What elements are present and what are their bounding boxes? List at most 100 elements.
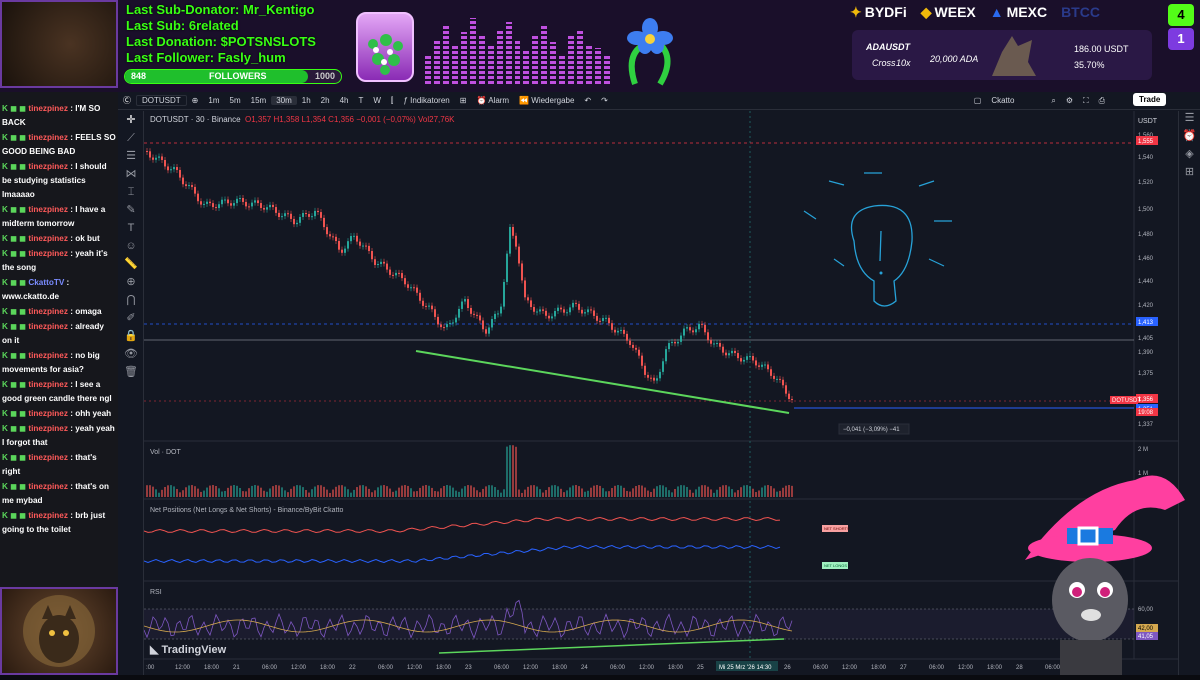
interval-30m[interactable]: 30m xyxy=(271,96,297,105)
candle xyxy=(215,207,217,209)
volume-bar xyxy=(698,486,700,497)
interval-4h[interactable]: 4h xyxy=(335,96,354,105)
candle xyxy=(374,259,376,265)
cursor-icon[interactable]: ✛ xyxy=(118,111,144,129)
chat-username[interactable]: tinezpinez xyxy=(28,249,68,258)
chat-username[interactable]: tinezpinez xyxy=(28,409,68,418)
fullscreen-icon[interactable]: ⛶ xyxy=(1078,96,1094,106)
layers-icon[interactable]: ◈ xyxy=(1179,147,1200,165)
grid-icon[interactable]: ⊞ xyxy=(1179,165,1200,183)
zoom-icon[interactable]: ⊕ xyxy=(118,273,144,291)
volume-bar xyxy=(473,487,475,497)
magnet-icon[interactable]: ⋂ xyxy=(118,291,144,309)
volume-bar xyxy=(596,485,598,497)
brush-icon[interactable]: ✎ xyxy=(118,201,144,219)
chat-username[interactable]: CkattoTV xyxy=(28,278,64,287)
chat-username[interactable]: tinezpinez xyxy=(28,133,68,142)
countdown-label: 19:08 xyxy=(1138,410,1154,416)
text-icon[interactable]: T xyxy=(118,219,144,237)
candle xyxy=(173,167,175,170)
chat-username[interactable]: tinezpinez xyxy=(28,322,68,331)
watchlist-icon[interactable]: ☰ xyxy=(1179,111,1200,129)
candle xyxy=(407,284,409,288)
chat-username[interactable]: tinezpinez xyxy=(28,351,68,360)
measure-icon[interactable]: 📏 xyxy=(118,255,144,273)
chat-username[interactable]: tinezpinez xyxy=(28,205,68,214)
candle xyxy=(302,213,304,217)
candle xyxy=(314,210,316,217)
compare-icon[interactable]: ⊕ xyxy=(187,96,204,105)
price-label: 1,480 xyxy=(1138,232,1154,238)
volume-bar xyxy=(590,487,592,497)
volume-bar xyxy=(458,491,460,497)
emoji-icon[interactable]: ☺ xyxy=(118,237,144,255)
eye-icon[interactable]: 👁 xyxy=(118,345,144,363)
layout-name[interactable]: Ckatto xyxy=(986,96,1046,105)
chat-username[interactable]: tinezpinez xyxy=(28,307,68,316)
tradingview-logo: ◣ TradingView xyxy=(150,644,227,656)
fib-icon[interactable]: ☰ xyxy=(118,147,144,165)
time-label: 06:00 xyxy=(378,665,394,671)
volume-bar xyxy=(425,485,427,497)
user-avatar[interactable]: Ⓒ xyxy=(118,95,136,106)
search-icon[interactable]: ⌕ xyxy=(1046,96,1060,106)
trendline-icon[interactable]: ⟋ xyxy=(118,129,144,147)
candle xyxy=(191,185,193,187)
volume-bar xyxy=(500,492,502,497)
volume-bar xyxy=(692,492,694,497)
interval-W[interactable]: W xyxy=(368,96,386,105)
chat-username[interactable]: tinezpinez xyxy=(28,234,68,243)
chat-username[interactable]: tinezpinez xyxy=(28,482,68,491)
settings-icon[interactable]: ⚙ xyxy=(1061,96,1078,105)
camera-icon[interactable]: ⎙ xyxy=(1094,96,1110,106)
chat-username[interactable]: tinezpinez xyxy=(28,104,68,113)
lock-icon[interactable]: 🔒 xyxy=(118,327,144,345)
replay-button[interactable]: ⏪ Wiedergabe xyxy=(514,96,579,105)
candle xyxy=(272,204,274,208)
chart-type-icon[interactable]: ⫿ xyxy=(386,96,399,106)
volume-bar xyxy=(638,485,640,497)
trade-button[interactable]: Trade xyxy=(1133,93,1167,106)
chat-username[interactable]: tinezpinez xyxy=(28,424,68,433)
candle xyxy=(434,309,436,317)
ruler-icon[interactable]: ⌶ xyxy=(118,183,144,201)
layout-icon[interactable]: ▢ xyxy=(969,96,987,105)
undo-icon[interactable]: ↶ xyxy=(579,96,596,105)
candle xyxy=(437,316,439,325)
net-positions-label: Net Positions (Net Longs & Net Shorts) -… xyxy=(150,507,344,514)
volume-bar xyxy=(371,492,373,497)
candle xyxy=(185,184,187,187)
candle xyxy=(200,201,202,205)
volume-bar xyxy=(188,485,190,497)
redo-icon[interactable]: ↷ xyxy=(596,96,613,105)
interval-1m[interactable]: 1m xyxy=(203,96,224,105)
interval-2h[interactable]: 2h xyxy=(316,96,335,105)
indicators-button[interactable]: ƒ Indikatoren xyxy=(398,96,454,105)
eq-bar xyxy=(425,54,431,84)
chat-username[interactable]: tinezpinez xyxy=(28,380,68,389)
volume-bar xyxy=(611,488,613,497)
alarm-button[interactable]: ⏰ Alarm xyxy=(471,96,514,105)
volume-bar xyxy=(791,485,793,497)
volume-bar xyxy=(788,485,790,497)
templates-icon[interactable]: ⊞ xyxy=(455,96,472,105)
candle xyxy=(284,213,286,217)
pattern-icon[interactable]: ⋈ xyxy=(118,165,144,183)
lock-drawing-icon[interactable]: ✐ xyxy=(118,309,144,327)
alerts-icon[interactable]: ⏰ xyxy=(1179,129,1200,147)
trash-icon[interactable]: 🗑 xyxy=(118,363,144,381)
followers-goal: 1000 xyxy=(314,71,335,81)
chat-username[interactable]: tinezpinez xyxy=(28,453,68,462)
candle xyxy=(218,204,220,209)
interval-1h[interactable]: 1h xyxy=(297,96,316,105)
volume-bar xyxy=(464,486,466,497)
chat-username[interactable]: tinezpinez xyxy=(28,162,68,171)
interval-T[interactable]: T xyxy=(353,96,368,105)
interval-5m[interactable]: 5m xyxy=(225,96,246,105)
interval-15m[interactable]: 15m xyxy=(246,96,272,105)
symbol-search[interactable]: DOTUSDT xyxy=(136,95,187,106)
candle xyxy=(548,315,550,319)
candle xyxy=(383,261,385,264)
sponsor-weex: ◆ WEEX xyxy=(920,3,976,21)
chat-username[interactable]: tinezpinez xyxy=(28,511,68,520)
